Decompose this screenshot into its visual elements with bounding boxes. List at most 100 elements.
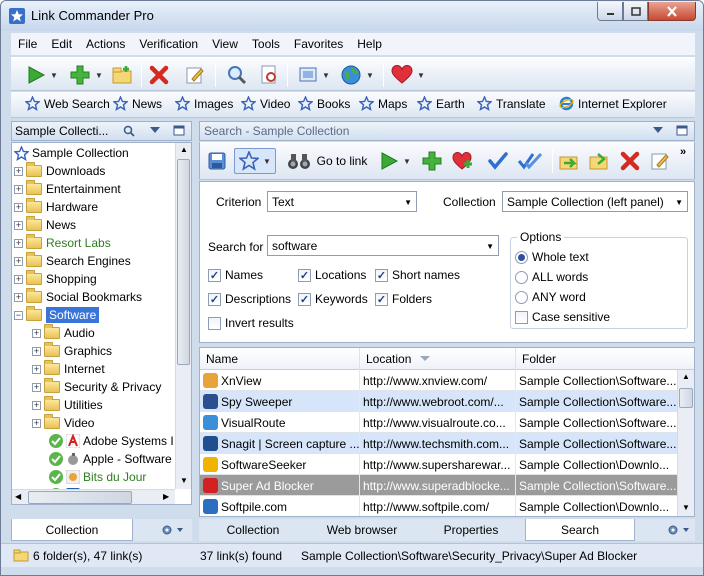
locations-checkbox[interactable]: ✓ Locations	[298, 268, 366, 282]
search-icon[interactable]	[123, 125, 135, 137]
save-search-button[interactable]	[206, 150, 228, 172]
results-grid[interactable]: Name Location Folder XnView http://www.xn…	[199, 347, 695, 517]
favorite-star-button[interactable]: ▼	[234, 148, 276, 174]
tree-folder[interactable]: − Software	[14, 306, 100, 324]
tree-folder[interactable]: + Shopping	[14, 270, 97, 288]
tree-scroll-thumb[interactable]	[177, 159, 190, 365]
tab-search[interactable]: Search	[525, 519, 635, 541]
fav-internet-explorer[interactable]: Internet Explorer	[559, 96, 667, 111]
tree-folder[interactable]: + Social Bookmarks	[14, 288, 142, 306]
tree-folder[interactable]: + News	[14, 216, 76, 234]
result-row[interactable]: XnView http://www.xnview.com/Sample Colle…	[200, 370, 677, 391]
tree-folder[interactable]: + Entertainment	[14, 180, 121, 198]
collection-select[interactable]: Sample Collection (left panel) ▼	[502, 191, 688, 212]
result-row[interactable]: Super Ad Blocker http://www.superadblocke…	[200, 475, 677, 496]
open-button[interactable]: ▼	[376, 150, 414, 172]
tree-horizontal-scrollbar[interactable]: ◀ ▶	[12, 489, 175, 504]
tree-subfolder[interactable]: + Video	[32, 414, 94, 432]
add-link-button[interactable]: ▼	[65, 64, 107, 86]
panel-menu-icon[interactable]	[653, 127, 663, 135]
fav-news[interactable]: News	[113, 96, 162, 111]
column-location[interactable]: Location	[360, 348, 516, 370]
result-row[interactable]: SoftwareSeeker http://www.supersharewar..…	[200, 454, 677, 475]
menu-edit[interactable]: Edit	[44, 37, 79, 51]
gear-icon[interactable]	[667, 524, 691, 536]
expand-icon[interactable]: +	[32, 364, 41, 374]
move-button[interactable]	[586, 150, 612, 172]
any-word-radio[interactable]: ANY word	[515, 290, 586, 304]
expand-icon[interactable]: +	[14, 166, 23, 176]
tree-link[interactable]: Bits du Jour	[48, 468, 146, 486]
tree-vertical-scrollbar[interactable]: ▲ ▼	[175, 143, 191, 489]
menu-actions[interactable]: Actions	[79, 37, 132, 51]
edit-result-button[interactable]	[648, 150, 672, 172]
delete-button[interactable]	[147, 64, 171, 86]
web-globe-button[interactable]: ▼	[337, 64, 377, 86]
tree-folder[interactable]: + Hardware	[14, 198, 98, 216]
tree-subfolder[interactable]: + Graphics	[32, 342, 112, 360]
invert-results-checkbox[interactable]: Invert results	[208, 316, 294, 330]
tab-web-browser[interactable]: Web browser	[307, 519, 417, 541]
all-words-radio[interactable]: ALL words	[515, 270, 588, 284]
copy-button[interactable]	[556, 150, 582, 172]
expand-icon[interactable]: +	[32, 382, 41, 392]
screenshot-button[interactable]: ▼	[295, 64, 333, 86]
results-scrollbar[interactable]: ▲ ▼	[677, 370, 694, 516]
tree-folder[interactable]: + Search Engines	[14, 252, 131, 270]
menu-file[interactable]: File	[11, 37, 44, 51]
tree-folder[interactable]: + Resort Labs	[14, 234, 111, 252]
criterion-select[interactable]: Text ▼	[267, 191, 417, 212]
edit-button[interactable]	[183, 64, 207, 86]
result-row[interactable]: Spy Sweeper http://www.webroot.com/... Sam…	[200, 391, 677, 412]
panel-menu-icon[interactable]	[150, 127, 160, 135]
add-favorite-button[interactable]	[450, 150, 476, 172]
favorites-heart-button[interactable]: ▼	[389, 64, 427, 86]
delete-result-button[interactable]	[618, 150, 642, 172]
result-row[interactable]: Snagit | Screen capture ... http://www.te…	[200, 433, 677, 454]
results-scroll-thumb[interactable]	[679, 388, 693, 408]
panel-maximize-icon[interactable]	[173, 125, 185, 137]
maximize-button[interactable]	[623, 2, 648, 21]
expand-icon[interactable]: +	[32, 328, 41, 338]
find-in-page-button[interactable]	[257, 64, 281, 86]
tree-folder[interactable]: + Downloads	[14, 162, 105, 180]
expand-icon[interactable]: +	[14, 202, 23, 212]
menu-help[interactable]: Help	[350, 37, 389, 51]
go-to-link-button[interactable]: Go to link	[284, 148, 370, 174]
fav-maps[interactable]: Maps	[359, 96, 407, 111]
expand-icon[interactable]: +	[32, 400, 41, 410]
menu-favorites[interactable]: Favorites	[287, 37, 350, 51]
short-names-checkbox[interactable]: ✓ Short names	[375, 268, 460, 282]
close-button[interactable]	[648, 2, 696, 21]
fav-video[interactable]: Video	[241, 96, 290, 111]
menu-view[interactable]: View	[205, 37, 245, 51]
add-folder-button[interactable]	[109, 64, 135, 86]
expand-icon[interactable]: +	[14, 292, 23, 302]
result-row[interactable]: VisualRoute http://www.visualroute.co... S…	[200, 412, 677, 433]
check-all-button[interactable]	[516, 150, 544, 172]
open-link-button[interactable]: ▼	[23, 64, 61, 86]
tree-link[interactable]: Adobe Systems I	[48, 432, 174, 450]
tree-subfolder[interactable]: + Security & Privacy	[32, 378, 161, 396]
expand-icon[interactable]: +	[14, 256, 23, 266]
fav-books[interactable]: Books	[298, 96, 350, 111]
expand-icon[interactable]: +	[14, 220, 23, 230]
tree-subfolder[interactable]: + Audio	[32, 324, 95, 342]
search-for-input[interactable]: software ▼	[267, 235, 499, 256]
collection-tree[interactable]: Sample Collection + Downloads + Entertainme…	[11, 142, 192, 505]
whole-text-radio[interactable]: Whole text	[515, 250, 589, 264]
expand-icon[interactable]: +	[32, 346, 41, 356]
tree-link[interactable]: Apple - Software	[48, 450, 172, 468]
find-button[interactable]	[225, 64, 249, 86]
overflow-chevron-icon[interactable]: »	[680, 146, 686, 158]
fav-images[interactable]: Images	[175, 96, 233, 111]
tab-collection-right[interactable]: Collection	[199, 519, 307, 541]
keywords-checkbox[interactable]: ✓ Keywords	[298, 292, 368, 306]
folders-checkbox[interactable]: ✓ Folders	[375, 292, 432, 306]
menu-verification[interactable]: Verification	[132, 37, 205, 51]
tab-collection[interactable]: Collection	[11, 519, 133, 541]
fav-web-search[interactable]: Web Search	[25, 96, 110, 111]
case-sensitive-checkbox[interactable]: Case sensitive	[515, 310, 610, 324]
fav-translate[interactable]: Translate	[477, 96, 546, 111]
tree-root[interactable]: Sample Collection	[14, 144, 129, 162]
